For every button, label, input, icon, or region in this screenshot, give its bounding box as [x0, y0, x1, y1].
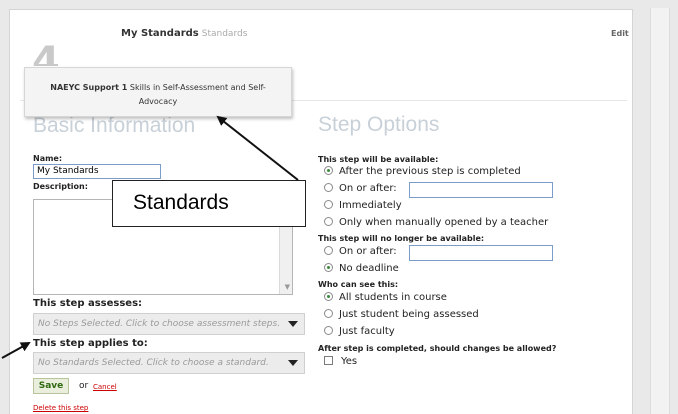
annotation-arrows [1, 115, 299, 359]
arrow-to-applies-heading [1, 342, 31, 359]
arrow-to-tooltip [216, 115, 299, 181]
